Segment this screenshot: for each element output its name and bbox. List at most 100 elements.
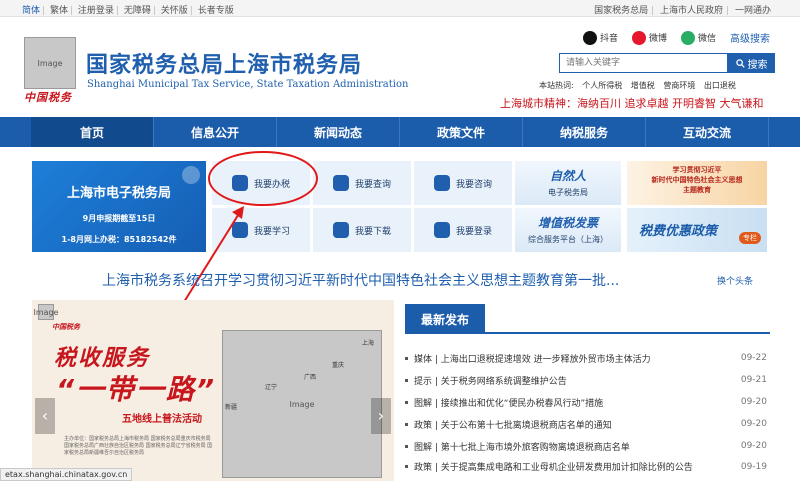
promo-tax-benefit-tag: 专栏 xyxy=(739,232,761,244)
news-date: 09-22 xyxy=(740,353,767,363)
news-title: 上海出口退税提速增效 进一步释放外贸市场主体活力 xyxy=(440,354,651,365)
news-date: 09-21 xyxy=(740,375,767,385)
link-care-edition[interactable]: 关怀版 xyxy=(159,6,190,16)
news-title: 接续推出和优化“便民办税春风行动”措施 xyxy=(440,398,604,409)
social-links: 抖音 微博 微信 高级搜索 xyxy=(582,30,770,45)
top-links-right: 国家税务总局 | 上海市人民政府 | 一网通办 xyxy=(591,3,774,16)
slide-title-line2: “一带一路” xyxy=(56,373,217,406)
social-douyin[interactable]: 抖音 xyxy=(582,30,618,45)
hot-word-item[interactable]: 增值税 xyxy=(625,81,655,90)
link-simplified[interactable]: 简体 xyxy=(20,6,42,16)
nav-policy[interactable]: 政策文件 xyxy=(400,117,523,147)
social-weixin[interactable]: 微信 xyxy=(680,30,716,45)
search-icon xyxy=(735,58,745,68)
site-header: Image 中国税务 国家税务总局上海市税务局 Shanghai Municip… xyxy=(0,17,800,115)
service-login[interactable]: 我要登录 xyxy=(414,208,512,252)
link-elder-edition[interactable]: 长者专版 xyxy=(196,6,236,16)
slide-next-arrow-icon[interactable]: › xyxy=(371,398,391,434)
slide-logo-text: 中国税务 xyxy=(52,323,80,331)
service-label: 我要学习 xyxy=(253,226,290,237)
news-title: 关于税务网络系统调整维护公告 xyxy=(440,376,567,387)
news-slideshow[interactable]: Image 中国税务 税收服务 “一带一路” 五地线上普法活动 主办单位：国家税… xyxy=(32,300,394,481)
bullet-icon xyxy=(405,465,408,468)
etax-card[interactable]: 上海市电子税务局 9月申报期截至15日 1-8月网上办税：85182542件 xyxy=(32,161,206,252)
link-accessibility[interactable]: 无障碍 xyxy=(122,6,153,16)
site-title[interactable]: 国家税务总局上海市税务局 xyxy=(86,47,362,79)
news-title: 关于提高集成电路和工业母机企业研发费用加计扣除比例的公告 xyxy=(440,463,693,473)
news-item[interactable]: 媒体 | 上海出口退税提速增效 进一步释放外贸市场主体活力 09-22 xyxy=(405,347,767,369)
hot-word-item[interactable]: 营商环境 xyxy=(657,81,695,90)
consult-icon xyxy=(433,175,450,191)
social-weibo[interactable]: 微博 xyxy=(631,30,667,45)
news-type: 媒体 xyxy=(414,354,433,365)
news-item[interactable]: 提示 | 关于税务网络系统调整维护公告 09-21 xyxy=(405,369,767,391)
link-one-stop[interactable]: 一网通办 xyxy=(732,6,774,16)
main-nav: 首页 信息公开 新闻动态 政策文件 纳税服务 互动交流 xyxy=(0,117,800,147)
news-date: 09-20 xyxy=(740,441,767,451)
link-shanghai-gov[interactable]: 上海市人民政府 xyxy=(657,6,726,16)
nav-interaction[interactable]: 互动交流 xyxy=(646,117,769,147)
service-download[interactable]: 我要下载 xyxy=(313,208,411,252)
nav-news[interactable]: 新闻动态 xyxy=(277,117,400,147)
search-bar: 搜索 xyxy=(559,53,775,73)
service-label: 我要下载 xyxy=(354,226,391,237)
download-icon xyxy=(332,222,349,238)
service-study[interactable]: 我要学习 xyxy=(212,208,310,252)
link-register-login[interactable]: 注册登录 xyxy=(76,6,116,16)
hot-word-item[interactable]: 个人所得税 xyxy=(576,81,622,90)
bullet-icon xyxy=(405,378,408,382)
china-tax-logo-text: 中国税务 xyxy=(24,91,72,104)
slide-prev-arrow-icon[interactable]: ‹ xyxy=(35,398,55,434)
service-query[interactable]: 我要查询 xyxy=(313,161,411,205)
news-item[interactable]: 图解 | 接续推出和优化“便民办税春风行动”措施 09-20 xyxy=(405,391,767,413)
service-label: 我要查询 xyxy=(354,179,391,190)
bullet-icon xyxy=(405,444,408,448)
status-bar-url: etax.shanghai.chinatax.gov.cn xyxy=(0,468,133,481)
news-type: 政策 xyxy=(414,463,433,473)
news-date: 09-20 xyxy=(740,397,767,407)
banner-title: 自然人 xyxy=(549,169,586,183)
news-item[interactable]: 政策 | 关于公布第十七批离境退税商店名单的通知 09-20 xyxy=(405,413,767,435)
advanced-search-link[interactable]: 高级搜索 xyxy=(730,30,770,45)
promo-tax-benefit-banner[interactable]: 税费优惠政策 专栏 xyxy=(627,208,767,252)
news-type: 政策 xyxy=(414,420,433,431)
news-item[interactable]: 政策 | 关于提高集成电路和工业母机企业研发费用加计扣除比例的公告 09-19 xyxy=(405,457,767,476)
nav-tax-service[interactable]: 纳税服务 xyxy=(523,117,646,147)
link-sta[interactable]: 国家税务总局 xyxy=(591,6,651,16)
etax-count: 1-8月网上办税：85182542件 xyxy=(61,235,177,244)
hot-words: 本站热词: 个人所得税 增值税 营商环境 出口退税 xyxy=(539,80,736,91)
search-button[interactable]: 搜索 xyxy=(728,53,775,73)
slide-emblem-image: Image xyxy=(33,304,59,320)
search-input[interactable] xyxy=(559,53,728,73)
swap-headline-button[interactable]: 换个头条 xyxy=(717,274,753,287)
douyin-icon xyxy=(582,30,597,45)
news-title: 第十七批上海市境外旅客购物离境退税商店名单 xyxy=(440,442,630,453)
social-weibo-label: 微博 xyxy=(648,34,667,44)
news-type: 图解 xyxy=(414,398,433,409)
tab-latest-release[interactable]: 最新发布 xyxy=(405,304,485,334)
bullet-icon xyxy=(405,422,408,426)
hot-word-item[interactable]: 出口退税 xyxy=(698,81,736,90)
slide-city-label: 上海 xyxy=(362,340,375,347)
nav-info-disclosure[interactable]: 信息公开 xyxy=(154,117,277,147)
promo-study-banner[interactable]: 学习贯彻习近平 新时代中国特色社会主义思想 主题教育 xyxy=(627,161,767,205)
banner-natural-person[interactable]: 自然人 电子税务局 xyxy=(515,161,621,205)
slide-city-label: 辽宁 xyxy=(265,384,278,391)
link-traditional[interactable]: 繁体 xyxy=(48,6,70,16)
headline-news[interactable]: 上海市税务系统召开学习贯彻习近平新时代中国特色社会主义思想主题教育第一批... xyxy=(102,270,619,290)
login-icon xyxy=(433,222,450,238)
news-item[interactable]: 图解 | 第十七批上海市境外旅客购物离境退税商店名单 09-20 xyxy=(405,435,767,457)
news-date: 09-19 xyxy=(740,461,767,472)
etax-deadline: 9月申报期截至15日 xyxy=(82,214,156,223)
social-douyin-label: 抖音 xyxy=(599,34,618,44)
promo-study-text: 学习贯彻习近平 新时代中国特色社会主义思想 主题教育 xyxy=(651,166,743,194)
annotation-circle xyxy=(208,151,318,206)
nav-home[interactable]: 首页 xyxy=(31,117,154,147)
study-icon xyxy=(231,222,248,238)
banner-vat-invoice[interactable]: 增值税发票 综合服务平台（上海） xyxy=(515,208,621,252)
banner-sub: 综合服务平台（上海） xyxy=(528,235,608,244)
news-date: 09-20 xyxy=(740,419,767,429)
query-icon xyxy=(332,175,349,191)
slide-subtitle: 五地线上普法活动 xyxy=(122,414,202,425)
service-consult[interactable]: 我要咨询 xyxy=(414,161,512,205)
